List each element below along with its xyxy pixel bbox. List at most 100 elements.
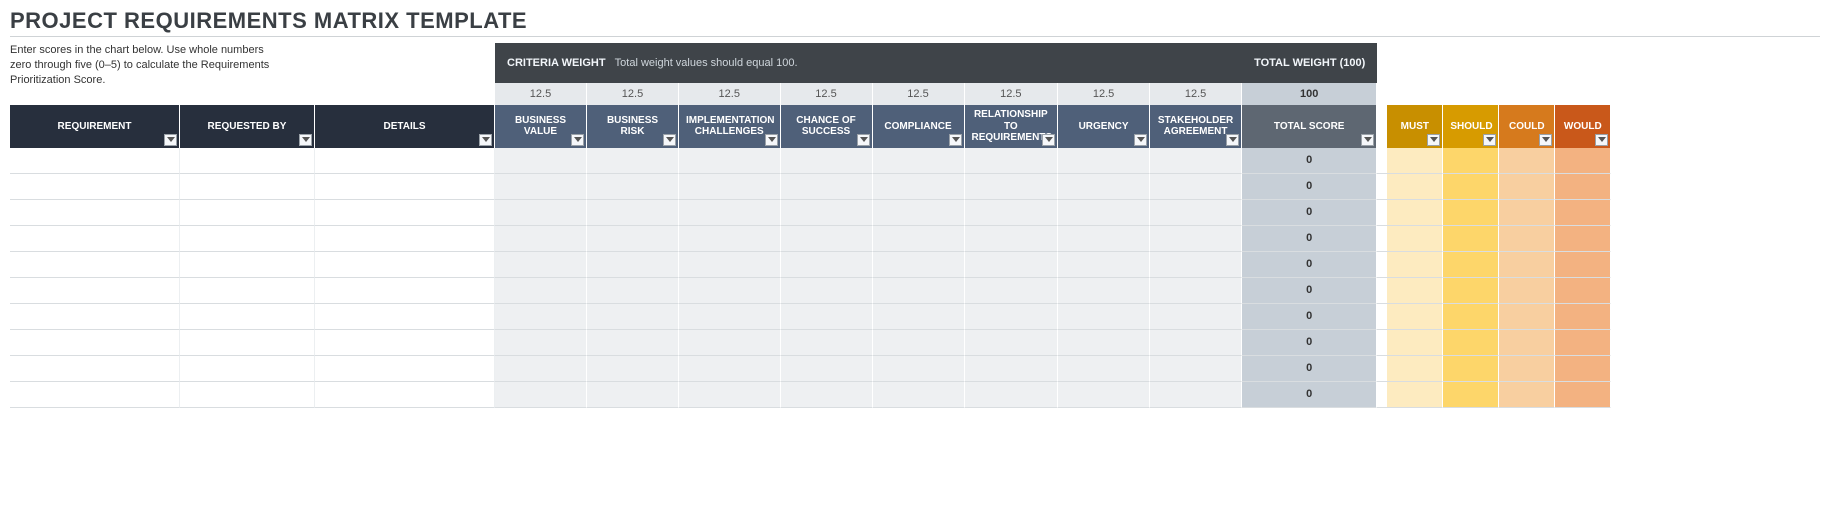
cell-criteria[interactable] bbox=[495, 200, 587, 226]
cell-criteria[interactable] bbox=[587, 382, 679, 408]
cell-could[interactable] bbox=[1499, 356, 1555, 382]
cell-should[interactable] bbox=[1443, 278, 1499, 304]
cell-would[interactable] bbox=[1555, 226, 1611, 252]
cell-could[interactable] bbox=[1499, 252, 1555, 278]
cell-criteria[interactable] bbox=[495, 330, 587, 356]
cell-criteria[interactable] bbox=[873, 226, 965, 252]
cell-requirement[interactable] bbox=[10, 304, 180, 330]
cell-must[interactable] bbox=[1387, 252, 1443, 278]
cell-criteria[interactable] bbox=[1150, 278, 1242, 304]
cell-would[interactable] bbox=[1555, 174, 1611, 200]
cell-criteria[interactable] bbox=[781, 174, 873, 200]
cell-could[interactable] bbox=[1499, 382, 1555, 408]
cell-criteria[interactable] bbox=[1058, 356, 1150, 382]
cell-details[interactable] bbox=[315, 356, 495, 382]
weight-cell[interactable]: 12.5 bbox=[1058, 83, 1150, 105]
weight-cell[interactable]: 12.5 bbox=[495, 83, 587, 105]
cell-requested-by[interactable] bbox=[180, 174, 315, 200]
cell-should[interactable] bbox=[1443, 200, 1499, 226]
cell-criteria[interactable] bbox=[781, 330, 873, 356]
cell-requirement[interactable] bbox=[10, 148, 180, 174]
cell-criteria[interactable] bbox=[781, 252, 873, 278]
cell-criteria[interactable] bbox=[1058, 174, 1150, 200]
sort-icon[interactable] bbox=[1361, 134, 1374, 146]
cell-criteria[interactable] bbox=[781, 356, 873, 382]
filter-icon[interactable] bbox=[663, 134, 676, 146]
cell-criteria[interactable] bbox=[965, 382, 1059, 408]
filter-icon[interactable] bbox=[1226, 134, 1239, 146]
cell-criteria[interactable] bbox=[1058, 382, 1150, 408]
cell-criteria[interactable] bbox=[965, 330, 1059, 356]
cell-criteria[interactable] bbox=[1150, 330, 1242, 356]
cell-details[interactable] bbox=[315, 200, 495, 226]
cell-criteria[interactable] bbox=[679, 356, 781, 382]
cell-requested-by[interactable] bbox=[180, 304, 315, 330]
cell-must[interactable] bbox=[1387, 226, 1443, 252]
cell-must[interactable] bbox=[1387, 278, 1443, 304]
cell-criteria[interactable] bbox=[873, 148, 965, 174]
cell-criteria[interactable] bbox=[1058, 304, 1150, 330]
cell-must[interactable] bbox=[1387, 200, 1443, 226]
weight-cell[interactable]: 12.5 bbox=[781, 83, 873, 105]
cell-criteria[interactable] bbox=[1150, 148, 1242, 174]
cell-could[interactable] bbox=[1499, 304, 1555, 330]
cell-criteria[interactable] bbox=[495, 356, 587, 382]
cell-details[interactable] bbox=[315, 174, 495, 200]
cell-should[interactable] bbox=[1443, 252, 1499, 278]
cell-requirement[interactable] bbox=[10, 382, 180, 408]
cell-requested-by[interactable] bbox=[180, 356, 315, 382]
cell-requirement[interactable] bbox=[10, 226, 180, 252]
cell-requirement[interactable] bbox=[10, 356, 180, 382]
cell-criteria[interactable] bbox=[965, 174, 1059, 200]
cell-criteria[interactable] bbox=[495, 174, 587, 200]
cell-criteria[interactable] bbox=[873, 278, 965, 304]
cell-must[interactable] bbox=[1387, 356, 1443, 382]
cell-criteria[interactable] bbox=[781, 304, 873, 330]
cell-details[interactable] bbox=[315, 382, 495, 408]
cell-would[interactable] bbox=[1555, 278, 1611, 304]
cell-criteria[interactable] bbox=[679, 304, 781, 330]
cell-details[interactable] bbox=[315, 278, 495, 304]
cell-criteria[interactable] bbox=[587, 200, 679, 226]
cell-must[interactable] bbox=[1387, 382, 1443, 408]
cell-criteria[interactable] bbox=[587, 174, 679, 200]
cell-requested-by[interactable] bbox=[180, 226, 315, 252]
cell-details[interactable] bbox=[315, 226, 495, 252]
cell-criteria[interactable] bbox=[587, 252, 679, 278]
cell-would[interactable] bbox=[1555, 252, 1611, 278]
cell-requirement[interactable] bbox=[10, 330, 180, 356]
cell-requirement[interactable] bbox=[10, 174, 180, 200]
cell-criteria[interactable] bbox=[873, 252, 965, 278]
cell-criteria[interactable] bbox=[587, 278, 679, 304]
cell-should[interactable] bbox=[1443, 382, 1499, 408]
cell-criteria[interactable] bbox=[965, 226, 1059, 252]
cell-must[interactable] bbox=[1387, 330, 1443, 356]
cell-criteria[interactable] bbox=[873, 330, 965, 356]
cell-criteria[interactable] bbox=[781, 382, 873, 408]
cell-criteria[interactable] bbox=[873, 356, 965, 382]
cell-criteria[interactable] bbox=[495, 304, 587, 330]
filter-icon[interactable] bbox=[164, 134, 177, 146]
cell-criteria[interactable] bbox=[679, 330, 781, 356]
cell-criteria[interactable] bbox=[495, 278, 587, 304]
cell-requested-by[interactable] bbox=[180, 252, 315, 278]
weight-cell[interactable]: 12.5 bbox=[1150, 83, 1242, 105]
cell-criteria[interactable] bbox=[965, 278, 1059, 304]
filter-icon[interactable] bbox=[571, 134, 584, 146]
cell-criteria[interactable] bbox=[1150, 304, 1242, 330]
cell-should[interactable] bbox=[1443, 226, 1499, 252]
cell-criteria[interactable] bbox=[965, 356, 1059, 382]
cell-criteria[interactable] bbox=[495, 148, 587, 174]
cell-should[interactable] bbox=[1443, 330, 1499, 356]
cell-requested-by[interactable] bbox=[180, 200, 315, 226]
cell-criteria[interactable] bbox=[587, 330, 679, 356]
cell-criteria[interactable] bbox=[965, 252, 1059, 278]
cell-criteria[interactable] bbox=[1150, 252, 1242, 278]
cell-would[interactable] bbox=[1555, 148, 1611, 174]
cell-could[interactable] bbox=[1499, 226, 1555, 252]
weight-cell[interactable]: 12.5 bbox=[587, 83, 679, 105]
cell-would[interactable] bbox=[1555, 356, 1611, 382]
cell-criteria[interactable] bbox=[587, 356, 679, 382]
cell-would[interactable] bbox=[1555, 382, 1611, 408]
cell-criteria[interactable] bbox=[1058, 200, 1150, 226]
